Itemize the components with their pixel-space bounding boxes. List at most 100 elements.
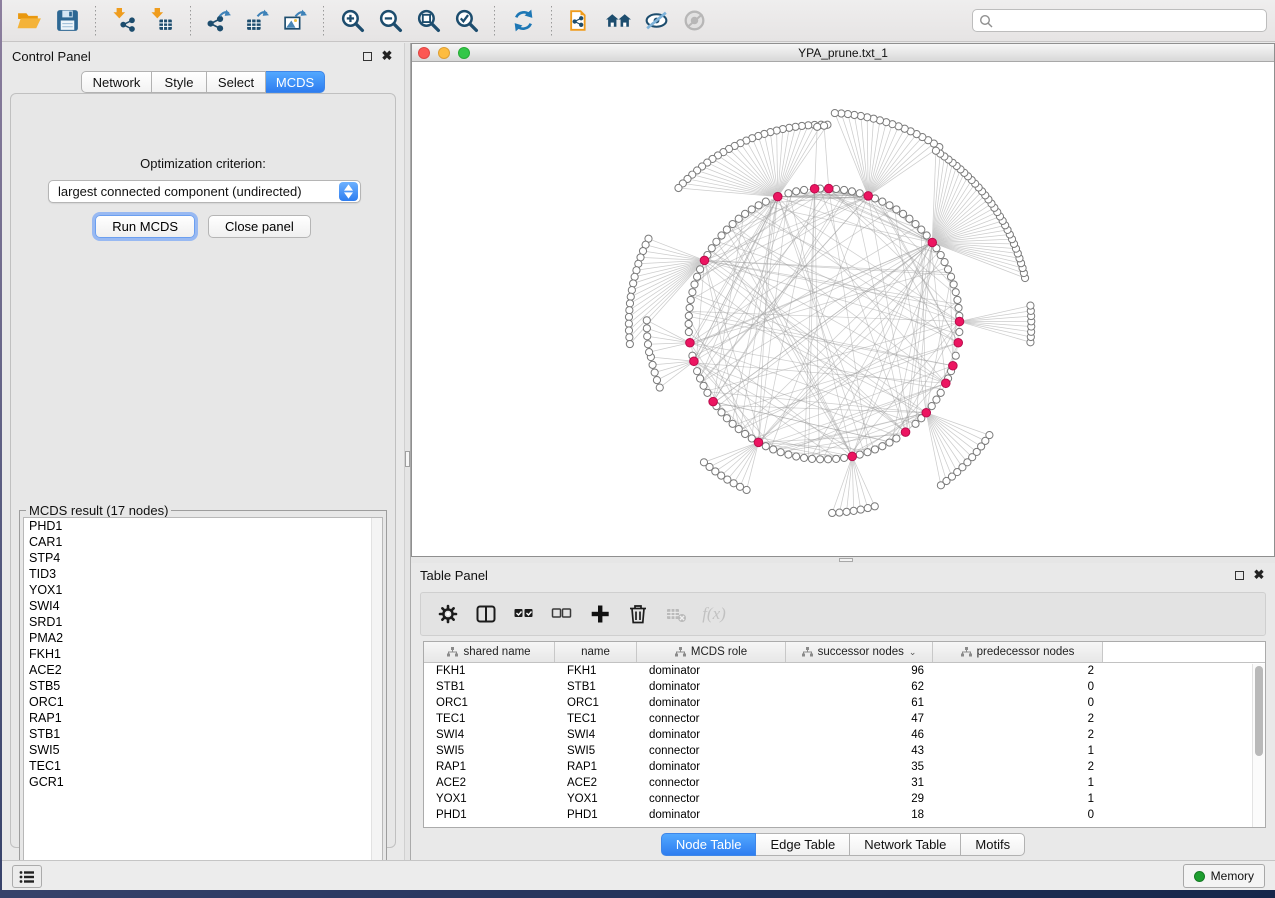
search-input[interactable] [993, 14, 1260, 28]
tab-mcds[interactable]: MCDS [266, 71, 325, 93]
mcds-result-item[interactable]: CAR1 [24, 534, 382, 550]
main-toolbar [2, 0, 1275, 42]
table-panel-float-button[interactable] [1232, 568, 1246, 582]
mcds-result-item[interactable]: STP4 [24, 550, 382, 566]
import-network-icon [111, 7, 138, 34]
task-history-button[interactable] [12, 865, 42, 888]
close-icon: ✖ [1254, 570, 1265, 580]
mcds-result-list[interactable]: PHD1CAR1STP4TID3YOX1SWI4SRD1PMA2FKH1ACE2… [23, 517, 383, 878]
table-row[interactable]: ACE2ACE2connector311 [424, 775, 1265, 791]
select-all-button[interactable] [508, 598, 540, 630]
control-panel: Control Panel ✖ NetworkStyleSelectMCDS O… [2, 43, 404, 860]
mcds-result-item[interactable]: STB5 [24, 678, 382, 694]
close-panel-button[interactable]: Close panel [208, 215, 311, 238]
node-table-header-row: shared namenameMCDS rolesuccessor nodes⌄… [424, 642, 1265, 663]
export-table-button[interactable] [240, 4, 274, 38]
criterion-dropdown[interactable]: largest connected component (undirected) [48, 180, 361, 203]
mcds-result-item[interactable]: SWI4 [24, 598, 382, 614]
delete-column-button[interactable] [622, 598, 654, 630]
tab-select[interactable]: Select [207, 71, 266, 93]
mcds-result-item[interactable]: GCR1 [24, 774, 382, 790]
mcds-result-item[interactable]: PHD1 [24, 518, 382, 534]
memory-button[interactable]: Memory [1183, 864, 1265, 888]
tab-edge-table[interactable]: Edge Table [756, 833, 850, 856]
export-image-button[interactable] [278, 4, 312, 38]
tab-style[interactable]: Style [152, 71, 207, 93]
network-canvas[interactable] [412, 63, 1274, 556]
clear-selection-button[interactable] [546, 598, 578, 630]
save-session-button[interactable] [50, 4, 84, 38]
mcds-result-item[interactable]: ORC1 [24, 694, 382, 710]
column-source-icon [447, 647, 458, 657]
mcds-result-item[interactable]: RAP1 [24, 710, 382, 726]
run-mcds-button[interactable]: Run MCDS [95, 215, 195, 238]
control-panel-close-button[interactable]: ✖ [380, 49, 394, 63]
mcds-result-item[interactable]: STB1 [24, 726, 382, 742]
apply-preferred-layout-button[interactable] [506, 4, 540, 38]
column-header-MCDS-role[interactable]: MCDS role [637, 642, 786, 662]
mcds-list-scrollbar[interactable] [371, 518, 382, 877]
import-table-from-file-button[interactable] [145, 4, 179, 38]
show-columns-button[interactable] [470, 598, 502, 630]
mcds-result-item[interactable]: SRD1 [24, 614, 382, 630]
table-row[interactable]: SWI4SWI4dominator462 [424, 727, 1265, 743]
mcds-result-item[interactable]: TID3 [24, 566, 382, 582]
table-options-button[interactable] [432, 598, 464, 630]
window-minimize-traffic-light[interactable] [438, 47, 450, 59]
table-row[interactable]: SWI5SWI5connector431 [424, 743, 1265, 759]
table-cell: RAP1 [424, 759, 555, 775]
first-neighbors-button[interactable] [601, 4, 635, 38]
tab-network[interactable]: Network [81, 71, 152, 93]
table-scrollbar[interactable] [1252, 664, 1265, 827]
mcds-result-item[interactable]: SWI5 [24, 742, 382, 758]
column-source-icon [675, 647, 686, 657]
table-cell: SWI4 [424, 727, 555, 743]
table-row[interactable]: RAP1RAP1dominator352 [424, 759, 1265, 775]
vertical-splitter[interactable] [404, 43, 411, 860]
mcds-result-item[interactable]: PMA2 [24, 630, 382, 646]
table-row[interactable]: PHD1PHD1dominator180 [424, 807, 1265, 823]
tab-network-table[interactable]: Network Table [850, 833, 961, 856]
export-network-button[interactable] [202, 4, 236, 38]
control-panel-tabs: NetworkStyleSelectMCDS [81, 71, 325, 93]
column-header-predecessor-nodes[interactable]: predecessor nodes [933, 642, 1103, 662]
add-column-button[interactable] [584, 598, 616, 630]
zoom-out-button[interactable] [373, 4, 407, 38]
hsplitter-grip[interactable] [839, 558, 853, 562]
window-close-traffic-light[interactable] [418, 47, 430, 59]
table-row[interactable]: YOX1YOX1connector291 [424, 791, 1265, 807]
zoom-in-icon [339, 7, 366, 34]
table-row[interactable]: ORC1ORC1dominator610 [424, 695, 1265, 711]
tab-motifs[interactable]: Motifs [961, 833, 1025, 856]
mcds-result-item[interactable]: FKH1 [24, 646, 382, 662]
table-row[interactable]: FKH1FKH1dominator962 [424, 663, 1265, 679]
fx-icon: f(x) [702, 604, 726, 624]
table-tabs: Node TableEdge TableNetwork TableMotifs [411, 833, 1275, 856]
import-network-from-file-button[interactable] [107, 4, 141, 38]
open-file-button[interactable] [12, 4, 46, 38]
table-cell: FKH1 [555, 663, 637, 679]
tab-node-table[interactable]: Node Table [661, 833, 757, 856]
column-header-successor-nodes[interactable]: successor nodes⌄ [786, 642, 933, 662]
list-icon [19, 870, 35, 884]
control-panel-float-button[interactable] [360, 49, 374, 63]
hide-selected-button[interactable] [639, 4, 673, 38]
mcds-result-item[interactable]: ACE2 [24, 662, 382, 678]
table-cell: dominator [637, 663, 786, 679]
table-scrollbar-thumb[interactable] [1255, 666, 1263, 756]
table-cell: 62 [786, 679, 933, 695]
splitter-grip[interactable] [405, 451, 410, 467]
table-panel-close-button[interactable]: ✖ [1252, 568, 1266, 582]
mcds-result-item[interactable]: TEC1 [24, 758, 382, 774]
table-toolbar: f(x) [420, 592, 1266, 636]
new-network-from-selection-button[interactable] [563, 4, 597, 38]
window-zoom-traffic-light[interactable] [458, 47, 470, 59]
zoom-selected-button[interactable] [449, 4, 483, 38]
zoom-in-button[interactable] [335, 4, 369, 38]
mcds-result-item[interactable]: YOX1 [24, 582, 382, 598]
zoom-fit-button[interactable] [411, 4, 445, 38]
table-row[interactable]: STB1STB1dominator620 [424, 679, 1265, 695]
column-header-name[interactable]: name [555, 642, 637, 662]
table-row[interactable]: TEC1TEC1connector472 [424, 711, 1265, 727]
column-header-shared-name[interactable]: shared name [424, 642, 555, 662]
